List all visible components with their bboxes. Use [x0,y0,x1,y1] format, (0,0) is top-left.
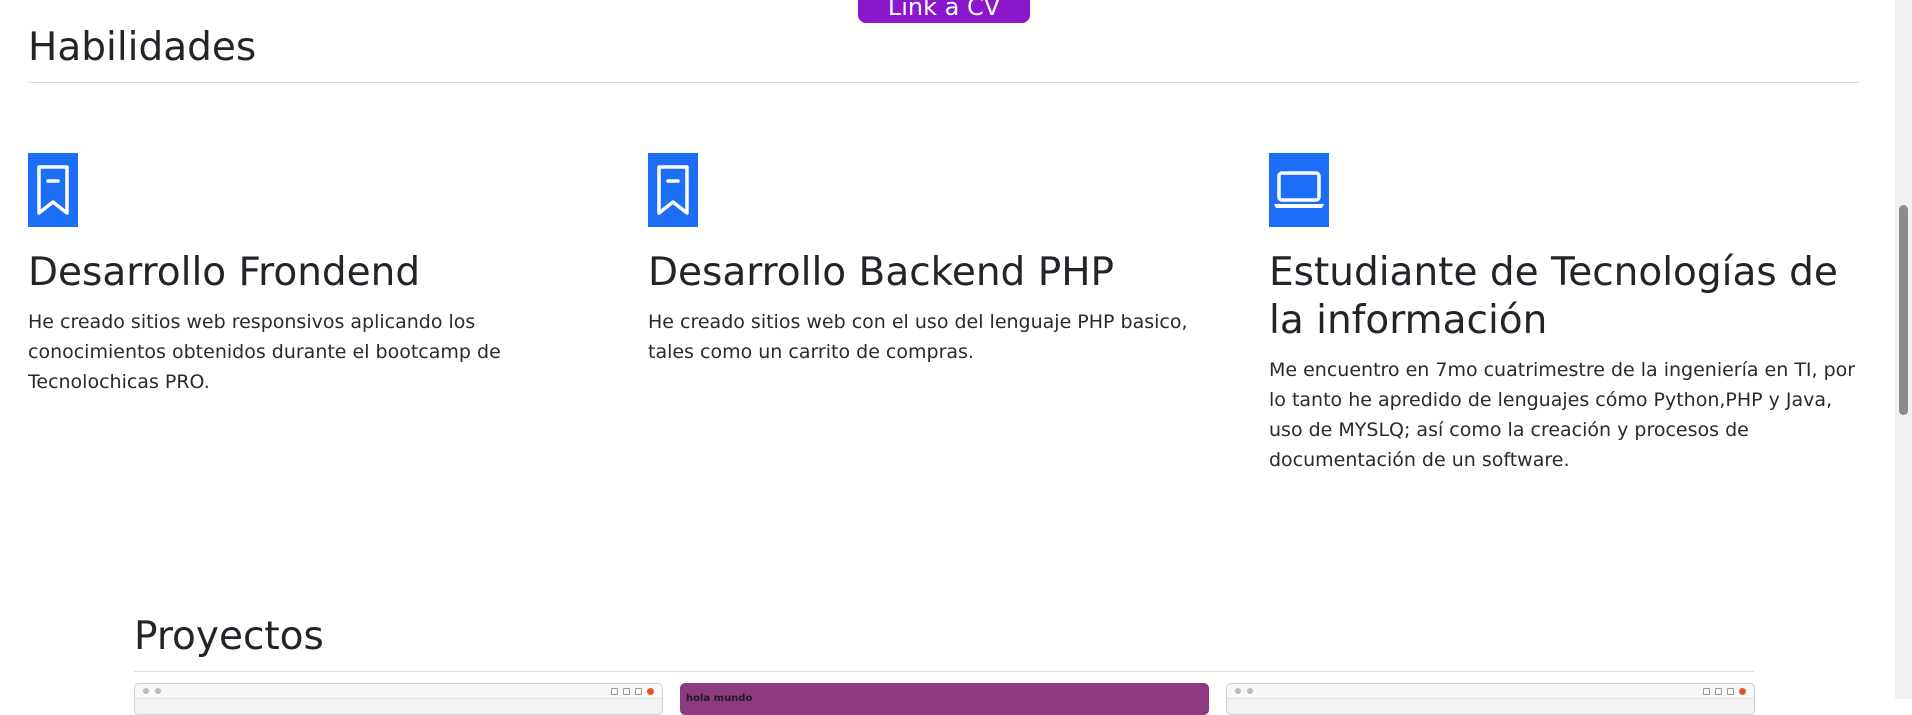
thumbnail-browser-bar [135,684,662,699]
skill-description: He creado sitios web con el uso del leng… [648,311,1188,363]
projects-section-title: Proyectos [134,614,324,659]
thumbnail-text: hola mundo [686,693,753,704]
projects-divider [134,671,1754,672]
skill-card-backend: Desarrollo Backend PHP He creado sitios … [648,153,1238,367]
skill-card-frontend: Desarrollo Frondend He creado sitios web… [28,153,618,397]
project-thumbnail[interactable] [1226,683,1755,715]
scrollbar-thumb[interactable] [1899,205,1908,415]
skill-description: Me encuentro en 7mo cuatrimestre de la i… [1269,359,1856,471]
project-thumbnail[interactable] [134,683,663,715]
skill-title: Desarrollo Backend PHP [648,250,1115,295]
laptop-icon [1269,153,1329,227]
skill-description: He creado sitios web responsivos aplican… [28,311,501,393]
skill-card-it-student: Estudiante de Tecnologías de la informac… [1269,153,1859,475]
skills-section-title: Habilidades [28,25,257,70]
skill-title: Estudiante de Tecnologías de la informac… [1269,250,1838,343]
cv-link-button[interactable]: Link a CV [858,0,1030,23]
bookmark-icon [28,153,78,227]
project-thumbnail[interactable]: hola mundo [680,683,1209,715]
bookmark-icon [648,153,698,227]
skill-title: Desarrollo Frondend [28,250,421,295]
skills-divider [28,82,1859,83]
thumbnail-browser-bar [1227,684,1754,699]
